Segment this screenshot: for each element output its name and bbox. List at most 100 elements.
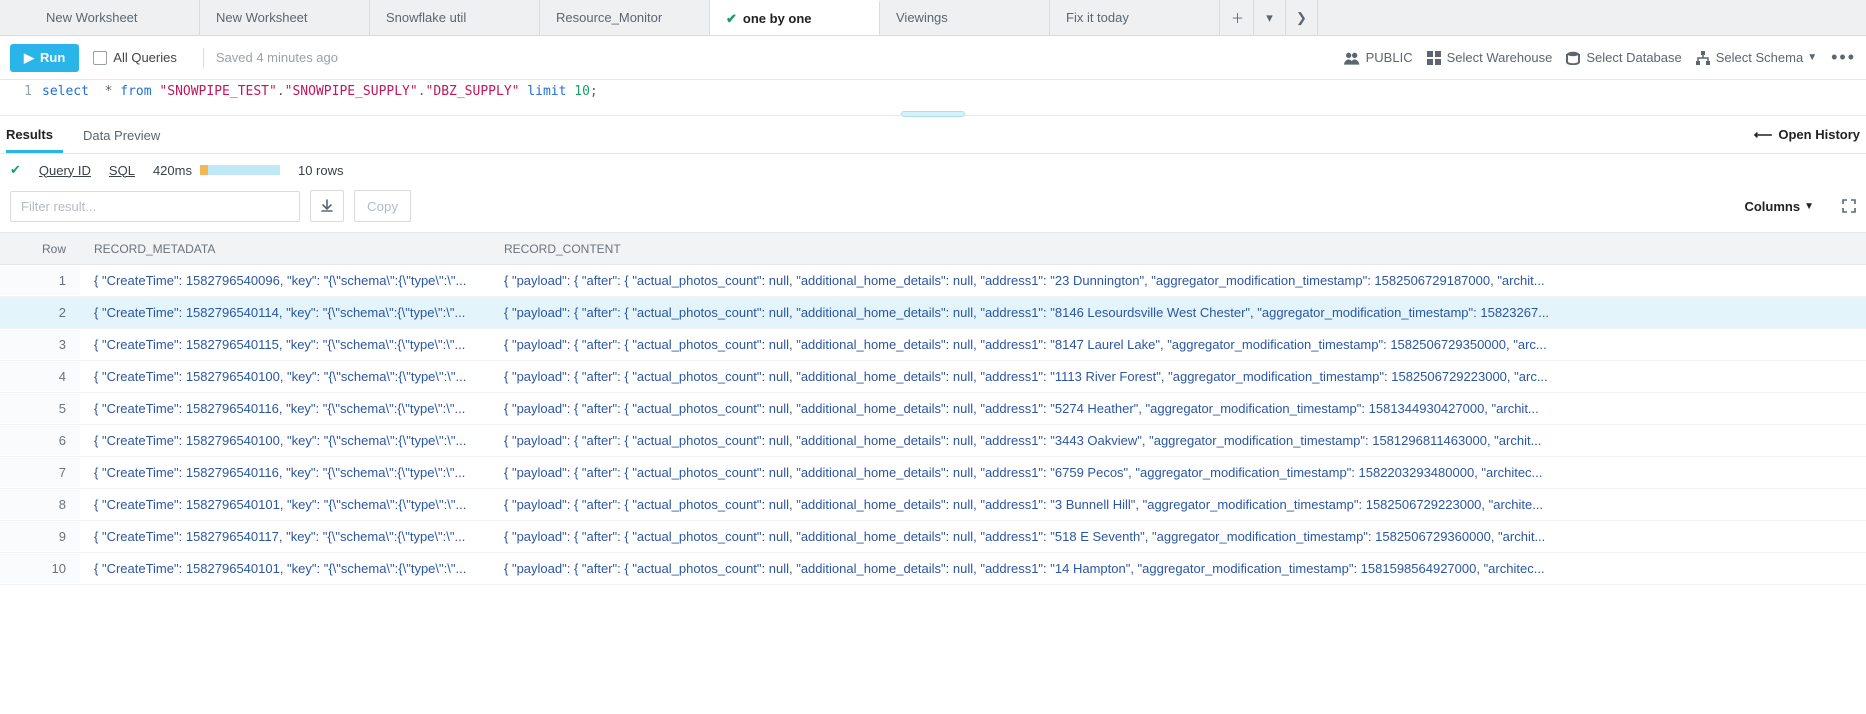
col-header-row[interactable]: Row: [0, 234, 80, 264]
role-icon: [1344, 51, 1360, 65]
cell-record-metadata[interactable]: { "CreateTime": 1582796540101, "key": "{…: [80, 490, 490, 519]
query-stats-row: ✔ Query ID SQL 420ms 10 rows: [0, 154, 1866, 186]
saved-status: Saved 4 minutes ago: [216, 50, 338, 65]
pane-splitter-handle[interactable]: [901, 111, 965, 117]
worksheet-tab[interactable]: New Worksheet: [200, 0, 370, 35]
worksheet-tab[interactable]: New Worksheet: [30, 0, 200, 35]
table-row[interactable]: 1{ "CreateTime": 1582796540096, "key": "…: [0, 265, 1866, 297]
col-header-record-content[interactable]: RECORD_CONTENT: [490, 234, 1866, 264]
cell-record-metadata[interactable]: { "CreateTime": 1582796540116, "key": "{…: [80, 458, 490, 487]
cell-record-content[interactable]: { "payload": { "after": { "actual_photos…: [490, 522, 1866, 551]
download-icon: [320, 199, 334, 213]
filter-input[interactable]: [10, 191, 300, 222]
table-row[interactable]: 2{ "CreateTime": 1582796540114, "key": "…: [0, 297, 1866, 329]
role-label: PUBLIC: [1366, 50, 1413, 65]
sql-editor[interactable]: 1 select * from "SNOWPIPE_TEST"."SNOWPIP…: [0, 80, 1866, 116]
tab-label: Resource_Monitor: [556, 10, 662, 25]
row-number: 1: [0, 266, 80, 295]
tab-results[interactable]: Results: [6, 117, 63, 153]
cell-record-content[interactable]: { "payload": { "after": { "actual_photos…: [490, 426, 1866, 455]
query-timing[interactable]: 420ms: [153, 163, 280, 178]
warehouse-icon: [1427, 51, 1441, 65]
new-tab-button[interactable]: ＋: [1222, 0, 1254, 36]
worksheet-toolbar: ▶ Run All Queries Saved 4 minutes ago PU…: [0, 36, 1866, 80]
toolbar-divider: [203, 48, 204, 68]
cell-record-metadata[interactable]: { "CreateTime": 1582796540096, "key": "{…: [80, 266, 490, 295]
cell-record-metadata[interactable]: { "CreateTime": 1582796540114, "key": "{…: [80, 298, 490, 327]
table-row[interactable]: 5{ "CreateTime": 1582796540116, "key": "…: [0, 393, 1866, 425]
cell-record-content[interactable]: { "payload": { "after": { "actual_photos…: [490, 490, 1866, 519]
tab-actions: ＋ ▾ ❯: [1222, 0, 1318, 35]
table-row[interactable]: 9{ "CreateTime": 1582796540117, "key": "…: [0, 521, 1866, 553]
arrow-left-icon: ⟵: [1754, 127, 1773, 143]
table-row[interactable]: 3{ "CreateTime": 1582796540115, "key": "…: [0, 329, 1866, 361]
database-label: Select Database: [1586, 50, 1681, 65]
row-number: 7: [0, 458, 80, 487]
worksheet-tab[interactable]: ✔ one by one: [710, 0, 880, 35]
tab-label: Viewings: [896, 10, 948, 25]
row-number: 6: [0, 426, 80, 455]
cell-record-metadata[interactable]: { "CreateTime": 1582796540115, "key": "{…: [80, 330, 490, 359]
worksheet-tab[interactable]: Snowflake util: [370, 0, 540, 35]
cell-record-metadata[interactable]: { "CreateTime": 1582796540117, "key": "{…: [80, 522, 490, 551]
all-queries-checkbox[interactable]: All Queries: [93, 50, 177, 65]
worksheet-tab[interactable]: Viewings: [880, 0, 1050, 35]
more-actions-button[interactable]: •••: [1831, 47, 1856, 68]
worksheet-tab[interactable]: Fix it today: [1050, 0, 1220, 35]
tab-menu-button[interactable]: ▾: [1254, 0, 1286, 36]
cell-record-content[interactable]: { "payload": { "after": { "actual_photos…: [490, 266, 1866, 295]
cell-record-content[interactable]: { "payload": { "after": { "actual_photos…: [490, 330, 1866, 359]
row-number: 8: [0, 490, 80, 519]
schema-selector[interactable]: Select Schema ▼: [1696, 50, 1817, 65]
tab-label: one by one: [743, 11, 812, 26]
all-queries-label: All Queries: [113, 50, 177, 65]
cell-record-metadata[interactable]: { "CreateTime": 1582796540101, "key": "{…: [80, 554, 490, 583]
editor-gutter: 1: [0, 84, 42, 99]
table-row[interactable]: 6{ "CreateTime": 1582796540100, "key": "…: [0, 425, 1866, 457]
role-selector[interactable]: PUBLIC: [1344, 50, 1413, 65]
row-number: 9: [0, 522, 80, 551]
table-row[interactable]: 8{ "CreateTime": 1582796540101, "key": "…: [0, 489, 1866, 521]
database-icon: [1566, 51, 1580, 65]
cell-record-content[interactable]: { "payload": { "after": { "actual_photos…: [490, 362, 1866, 391]
cell-record-content[interactable]: { "payload": { "after": { "actual_photos…: [490, 298, 1866, 327]
tab-data-preview[interactable]: Data Preview: [83, 118, 170, 151]
columns-selector[interactable]: Columns ▼: [1744, 199, 1814, 214]
row-count: 10 rows: [298, 163, 344, 178]
expand-icon[interactable]: [1842, 199, 1856, 213]
query-id-link[interactable]: Query ID: [39, 163, 91, 178]
sql-link[interactable]: SQL: [109, 163, 135, 178]
scroll-tabs-right-button[interactable]: ❯: [1286, 0, 1318, 36]
table-row[interactable]: 10{ "CreateTime": 1582796540101, "key": …: [0, 553, 1866, 585]
run-button[interactable]: ▶ Run: [10, 44, 79, 72]
open-history-button[interactable]: ⟵ Open History: [1754, 127, 1860, 143]
chevron-down-icon: ▼: [1804, 201, 1814, 212]
open-history-label: Open History: [1778, 127, 1860, 142]
success-check-icon: ✔: [10, 162, 21, 178]
cell-record-content[interactable]: { "payload": { "after": { "actual_photos…: [490, 394, 1866, 423]
warehouse-label: Select Warehouse: [1447, 50, 1553, 65]
table-row[interactable]: 7{ "CreateTime": 1582796540116, "key": "…: [0, 457, 1866, 489]
tab-strip-left-gap: [0, 0, 30, 35]
row-number: 3: [0, 330, 80, 359]
cell-record-content[interactable]: { "payload": { "after": { "actual_photos…: [490, 458, 1866, 487]
tab-label: Fix it today: [1066, 10, 1129, 25]
table-row[interactable]: 4{ "CreateTime": 1582796540100, "key": "…: [0, 361, 1866, 393]
worksheet-tab[interactable]: Resource_Monitor: [540, 0, 710, 35]
results-tab-strip: Results Data Preview ⟵ Open History: [0, 116, 1866, 154]
col-header-record-metadata[interactable]: RECORD_METADATA: [80, 234, 490, 264]
play-icon: ▶: [24, 50, 34, 66]
cell-record-content[interactable]: { "payload": { "after": { "actual_photos…: [490, 554, 1866, 583]
download-button[interactable]: [310, 190, 344, 222]
database-selector[interactable]: Select Database: [1566, 50, 1681, 65]
warehouse-selector[interactable]: Select Warehouse: [1427, 50, 1553, 65]
copy-button[interactable]: Copy: [354, 190, 411, 222]
cell-record-metadata[interactable]: { "CreateTime": 1582796540116, "key": "{…: [80, 394, 490, 423]
chevron-down-icon: ▼: [1807, 52, 1817, 63]
cell-record-metadata[interactable]: { "CreateTime": 1582796540100, "key": "{…: [80, 426, 490, 455]
check-icon: ✔: [726, 11, 737, 27]
cell-record-metadata[interactable]: { "CreateTime": 1582796540100, "key": "{…: [80, 362, 490, 391]
timing-bar: [200, 165, 280, 175]
sql-code[interactable]: select * from "SNOWPIPE_TEST"."SNOWPIPE_…: [42, 84, 598, 99]
tabs-container: New WorksheetNew WorksheetSnowflake util…: [30, 0, 1220, 35]
